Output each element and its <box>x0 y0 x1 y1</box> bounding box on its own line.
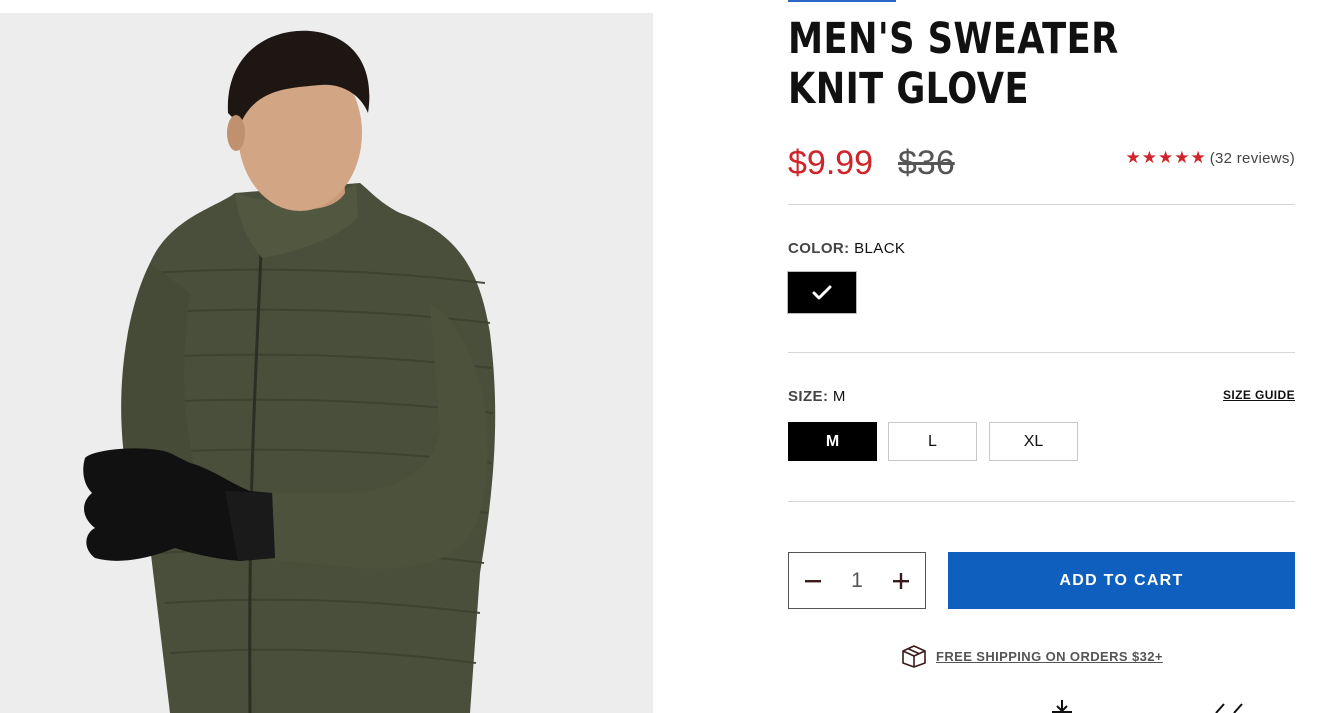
product-details: MEN'S SWEATER KNIT GLOVE $9.99 $36 ★ ★ ★… <box>787 0 1295 713</box>
rating[interactable]: ★ ★ ★ ★ ★ (32 reviews) <box>1125 148 1295 168</box>
color-label-row: COLOR: BLACK <box>788 240 905 257</box>
increase-quantity-button[interactable] <box>889 569 913 593</box>
size-option-l[interactable]: L <box>888 422 977 461</box>
size-selected-value: M <box>832 388 846 405</box>
quantity-stepper: 1 <box>788 552 926 609</box>
decrease-quantity-button[interactable] <box>801 569 825 593</box>
share-icon <box>1215 703 1243 713</box>
size-option-m[interactable]: M <box>788 422 877 461</box>
star-icon: ★ <box>1157 148 1174 167</box>
box-icon <box>902 645 926 668</box>
price-row: $9.99 $36 ★ ★ ★ ★ ★ (32 reviews) <box>788 143 1295 183</box>
add-to-cart-button[interactable]: ADD TO CART <box>948 552 1295 609</box>
color-label: COLOR: <box>788 240 850 257</box>
minus-icon <box>805 579 821 582</box>
star-icon: ★ <box>1190 148 1206 167</box>
size-label-row: SIZE: M <box>788 388 846 405</box>
sale-price: $9.99 <box>788 144 874 182</box>
rating-stars: ★ ★ ★ ★ ★ <box>1125 148 1205 168</box>
header-accent-bar <box>788 0 896 2</box>
quantity-value[interactable]: 1 <box>837 569 877 593</box>
size-option-xl[interactable]: XL <box>989 422 1078 461</box>
star-icon: ★ <box>1125 148 1141 167</box>
divider <box>788 352 1295 353</box>
color-swatch-black[interactable] <box>787 271 857 314</box>
free-shipping-link[interactable]: FREE SHIPPING ON ORDERS $32+ <box>936 649 1163 664</box>
star-icon: ★ <box>1141 148 1157 167</box>
product-image <box>0 13 653 713</box>
divider <box>788 501 1295 502</box>
download-icon <box>1052 700 1072 713</box>
product-title: MEN'S SWEATER KNIT GLOVE <box>788 14 1119 114</box>
original-price: $36 <box>898 144 955 182</box>
free-shipping-row: FREE SHIPPING ON ORDERS $32+ <box>900 642 1163 670</box>
color-selected-value: BLACK <box>854 240 906 257</box>
star-icon: ★ <box>1174 148 1190 167</box>
size-guide-link[interactable]: SIZE GUIDE <box>1223 388 1295 402</box>
plus-icon <box>893 572 909 589</box>
check-icon <box>812 285 832 299</box>
divider <box>788 204 1295 205</box>
model-wearing-jacket-and-gloves-image <box>0 13 653 713</box>
reviews-count[interactable]: (32 reviews) <box>1210 150 1295 167</box>
size-label: SIZE: <box>788 388 829 405</box>
partial-icons-row <box>1052 700 1243 713</box>
